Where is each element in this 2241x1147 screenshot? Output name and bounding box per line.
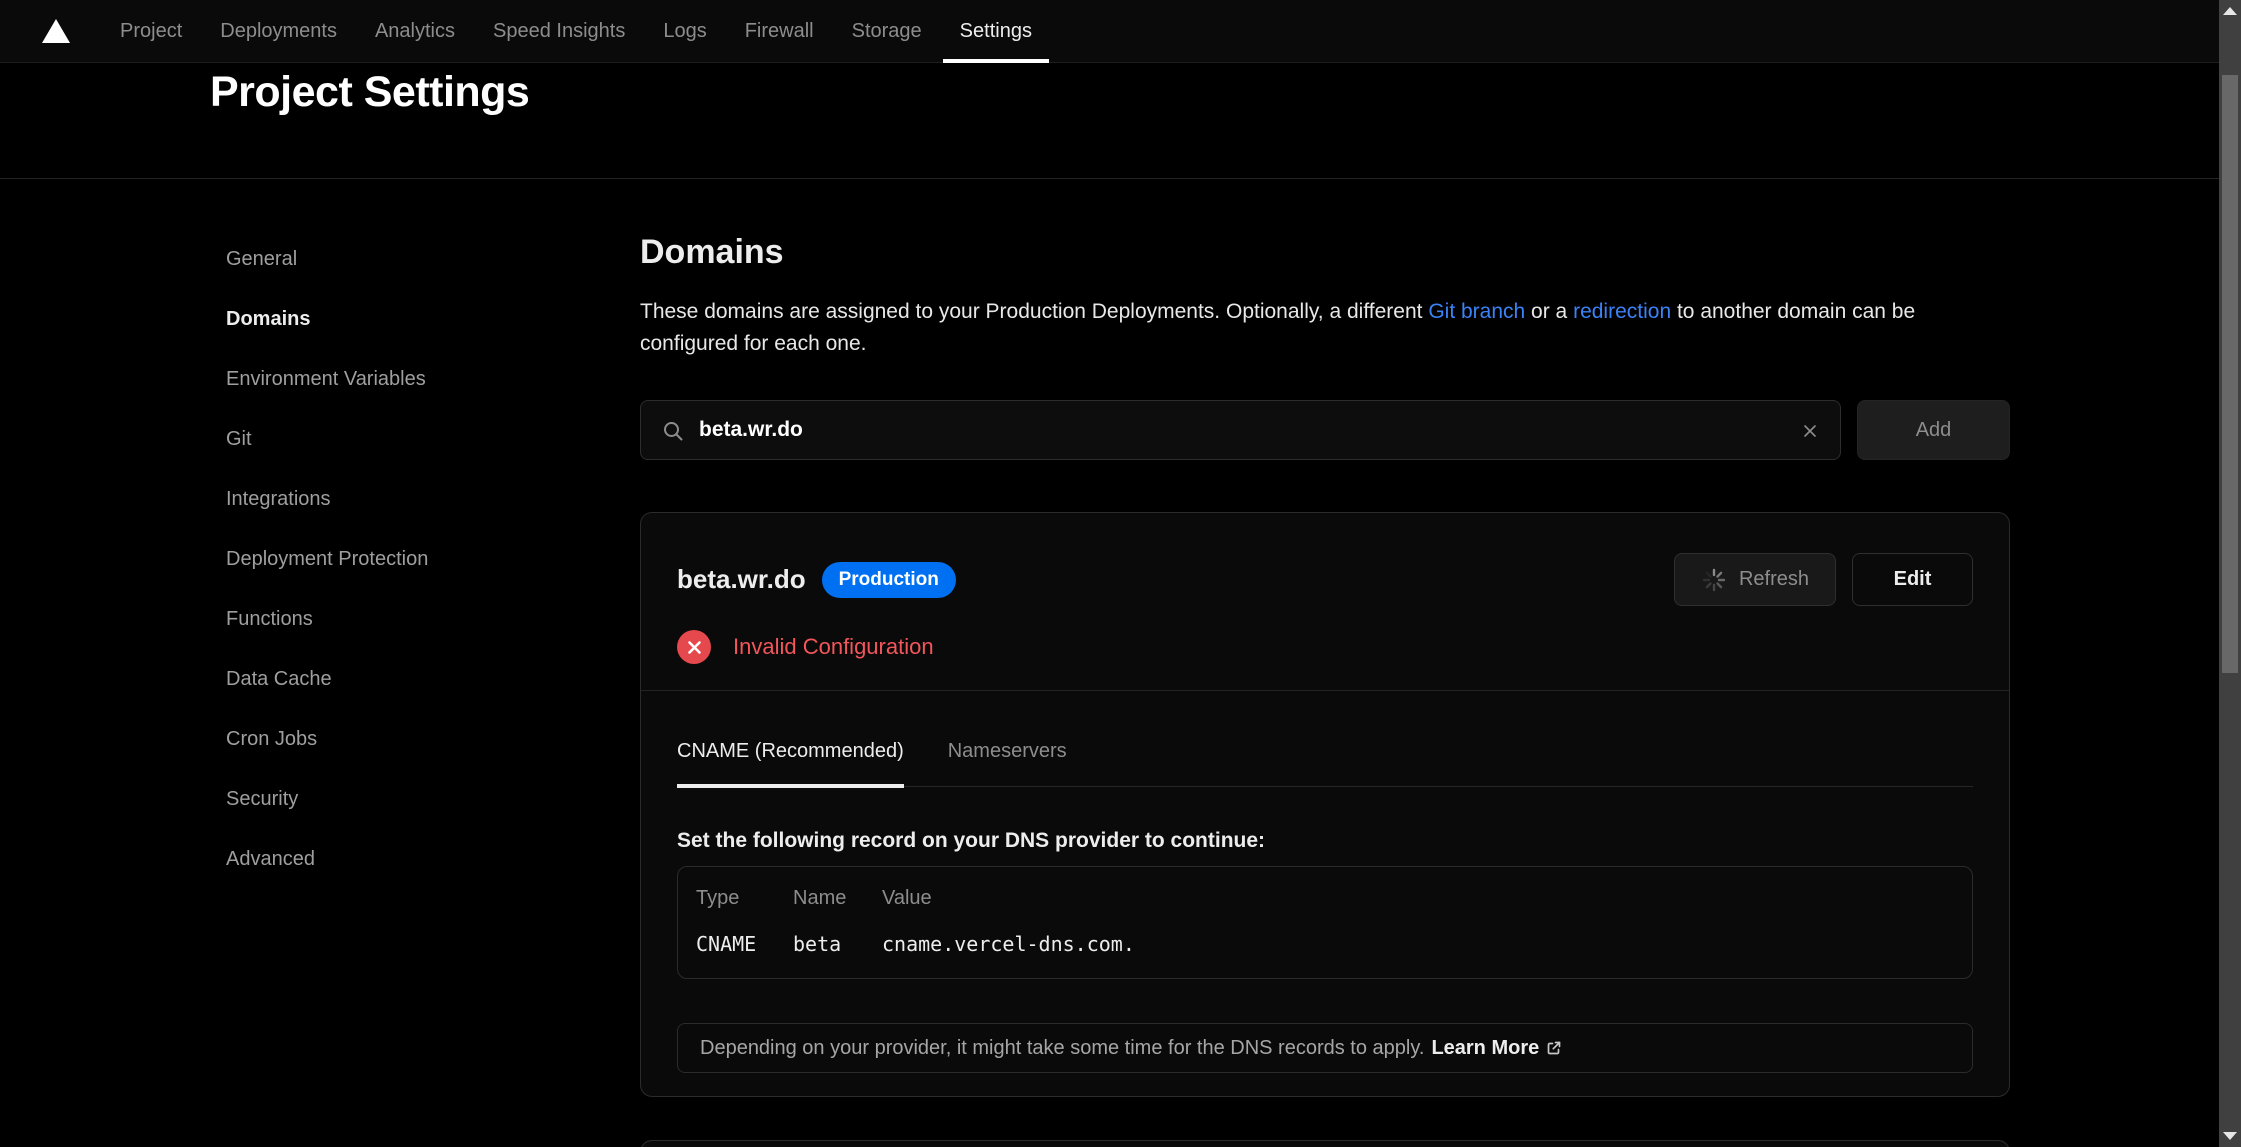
search-icon	[661, 419, 685, 443]
active-tab-underline	[677, 784, 904, 788]
dns-record-box: Type Name Value CNAME beta cname.vercel-…	[677, 866, 1973, 979]
tab-cname-recommended[interactable]: CNAME (Recommended)	[677, 740, 904, 786]
nav-item-firewall[interactable]: Firewall	[745, 0, 814, 63]
learn-more-link[interactable]: Learn More	[1431, 1037, 1564, 1060]
domain-card: beta.wr.do Production	[640, 512, 2010, 1097]
sidebar-item-data-cache[interactable]: Data Cache	[226, 649, 596, 709]
vertical-scrollbar[interactable]	[2219, 0, 2241, 1147]
sidebar-item-functions[interactable]: Functions	[226, 589, 596, 649]
add-domain-button[interactable]: Add	[1857, 400, 2010, 460]
dns-record-header-row: Type Name Value	[696, 887, 1952, 910]
scrollbar-thumb[interactable]	[2222, 75, 2238, 673]
domain-search-box[interactable]	[640, 400, 1841, 460]
settings-sidebar: General Domains Environment Variables Gi…	[226, 229, 596, 889]
page-header: Project Settings	[0, 64, 2241, 179]
page-title: Project Settings	[210, 68, 529, 117]
domains-section: Domains These domains are assigned to yo…	[640, 179, 2010, 1097]
domain-card-body: CNAME (Recommended) Nameservers Set the …	[641, 740, 2009, 1073]
clear-search-icon[interactable]	[1800, 421, 1820, 441]
dns-record-name: beta	[793, 932, 882, 956]
sidebar-item-deployment-protection[interactable]: Deployment Protection	[226, 529, 596, 589]
nav-item-speed-insights[interactable]: Speed Insights	[493, 0, 625, 63]
nav-item-settings[interactable]: Settings	[960, 0, 1032, 63]
vercel-logo-icon[interactable]	[42, 19, 70, 43]
triangle-down-icon	[2223, 1132, 2237, 1140]
nav-item-settings-label: Settings	[960, 20, 1032, 43]
status-text: Invalid Configuration	[733, 634, 934, 660]
domains-description: These domains are assigned to your Produ…	[640, 296, 1985, 360]
sidebar-item-environment-variables[interactable]: Environment Variables	[226, 349, 596, 409]
dns-record-header-type: Type	[696, 887, 793, 910]
next-domain-card-edge	[640, 1140, 2010, 1147]
domain-card-header: beta.wr.do Production	[641, 513, 2009, 691]
spinner-icon	[1701, 567, 1727, 593]
sidebar-item-general[interactable]: General	[226, 229, 596, 289]
nav-item-analytics[interactable]: Analytics	[375, 0, 455, 63]
tab-cname-label: CNAME (Recommended)	[677, 740, 904, 762]
learn-more-label: Learn More	[1431, 1037, 1539, 1060]
dns-record-type: CNAME	[696, 932, 793, 956]
git-branch-link[interactable]: Git branch	[1428, 300, 1525, 323]
dns-record-value: cname.vercel-dns.com.	[882, 932, 1952, 956]
sidebar-item-git[interactable]: Git	[226, 409, 596, 469]
dns-instruction: Set the following record on your DNS pro…	[677, 829, 1973, 853]
note-text: Depending on your provider, it might tak…	[700, 1037, 1424, 1060]
dns-propagation-note: Depending on your provider, it might tak…	[677, 1023, 1973, 1073]
domain-search-row: Add	[640, 400, 2010, 460]
sidebar-item-domains[interactable]: Domains	[226, 289, 596, 349]
triangle-up-icon	[2223, 7, 2237, 15]
domain-name: beta.wr.do	[677, 564, 806, 595]
domain-status-row: Invalid Configuration	[677, 630, 1973, 664]
external-link-icon	[1544, 1038, 1564, 1058]
dns-record-header-name: Name	[793, 887, 882, 910]
edit-button[interactable]: Edit	[1852, 553, 1973, 606]
domain-row: beta.wr.do Production	[677, 553, 1973, 606]
domain-search-input[interactable]	[641, 401, 1840, 459]
sidebar-item-cron-jobs[interactable]: Cron Jobs	[226, 709, 596, 769]
nav-item-project[interactable]: Project	[120, 0, 182, 63]
active-nav-underline	[943, 59, 1049, 63]
redirection-link[interactable]: redirection	[1573, 300, 1671, 323]
sidebar-item-integrations[interactable]: Integrations	[226, 469, 596, 529]
refresh-button-label: Refresh	[1739, 568, 1809, 591]
nav-item-storage[interactable]: Storage	[852, 0, 922, 63]
nav-item-logs[interactable]: Logs	[663, 0, 706, 63]
dns-record-header-value: Value	[882, 887, 1952, 910]
nav-item-deployments[interactable]: Deployments	[220, 0, 337, 63]
dns-record-value-row: CNAME beta cname.vercel-dns.com.	[696, 932, 1952, 956]
production-badge: Production	[822, 562, 956, 598]
dns-method-tabs: CNAME (Recommended) Nameservers	[677, 740, 1973, 787]
scrollbar-up-button[interactable]	[2219, 0, 2241, 22]
domains-heading: Domains	[640, 233, 2010, 272]
tab-nameservers[interactable]: Nameservers	[948, 740, 1067, 786]
project-settings-page: Project Deployments Analytics Speed Insi…	[0, 0, 2241, 1147]
sidebar-item-advanced[interactable]: Advanced	[226, 829, 596, 889]
description-text-1: These domains are assigned to your Produ…	[640, 300, 1428, 323]
top-nav: Project Deployments Analytics Speed Insi…	[0, 0, 2241, 63]
scrollbar-down-button[interactable]	[2219, 1125, 2241, 1147]
error-x-circle-icon	[677, 630, 711, 664]
sidebar-item-security[interactable]: Security	[226, 769, 596, 829]
refresh-button[interactable]: Refresh	[1674, 553, 1836, 606]
domain-actions: Refresh Edit	[1674, 553, 1973, 606]
description-text-2: or a	[1525, 300, 1573, 323]
